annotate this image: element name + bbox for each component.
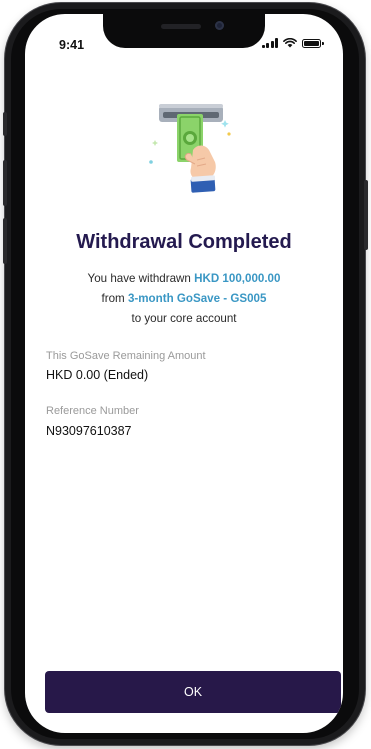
power-button: [364, 180, 368, 250]
silent-switch: [3, 112, 7, 136]
page-title: Withdrawal Completed: [76, 231, 292, 253]
message-line-3: to your core account: [131, 312, 237, 325]
withdrawal-message: You have withdrawn HKD 100,000.00 from 3…: [25, 269, 343, 329]
plan-name: 3-month GoSave - GS005: [127, 292, 267, 305]
front-camera: [215, 21, 224, 30]
battery-icon: [302, 38, 324, 48]
message-from: from: [101, 292, 128, 305]
message-prefix: You have withdrawn: [87, 272, 195, 285]
volume-down-button: [3, 218, 7, 264]
reference-number-label: Reference Number: [46, 405, 139, 417]
message-line-2: from 3-month GoSave - GS005: [25, 289, 343, 309]
status-time: 9:41: [59, 38, 85, 52]
app-screen: 9:41 Withdrawal Completed You have withd…: [25, 14, 343, 733]
speaker: [161, 24, 201, 29]
remaining-amount-value: HKD 0.00 (Ended): [46, 368, 149, 382]
status-icons: [261, 38, 324, 48]
withdrawn-amount: HKD 100,000.00: [194, 272, 281, 285]
ok-button[interactable]: OK: [45, 671, 341, 713]
wifi-icon: [283, 38, 297, 48]
atm-cash-withdrawal-icon: [149, 104, 231, 193]
notch: [103, 14, 265, 48]
remaining-amount-label: This GoSave Remaining Amount: [46, 350, 206, 362]
volume-up-button: [3, 160, 7, 206]
signal-icon: [261, 38, 278, 48]
message-line-1: You have withdrawn HKD 100,000.00: [25, 269, 343, 289]
reference-number-value: N93097610387: [46, 424, 132, 438]
